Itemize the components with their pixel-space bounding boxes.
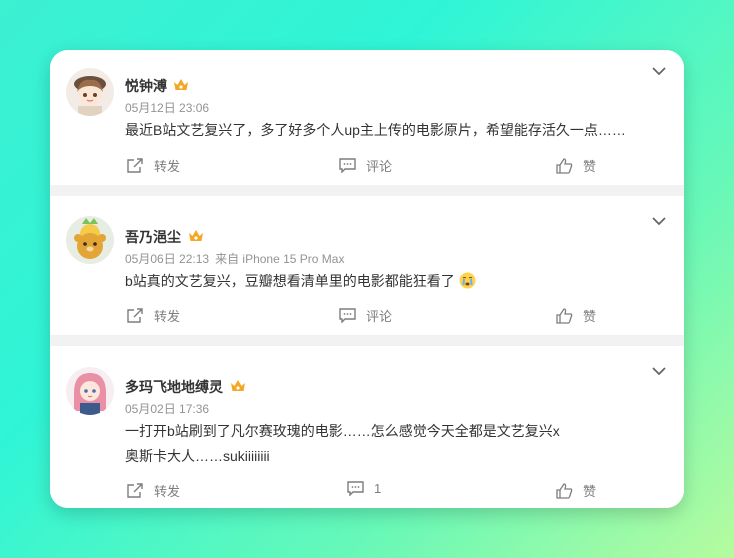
post-meta: 05月02日 17:36 bbox=[125, 400, 215, 417]
repost-button[interactable]: 转发 bbox=[126, 156, 180, 175]
username[interactable]: 多玛飞地地缚灵 bbox=[125, 377, 223, 397]
like-icon bbox=[556, 307, 573, 324]
repost-icon bbox=[127, 482, 143, 498]
like-button[interactable]: 赞 bbox=[556, 306, 596, 325]
repost-icon bbox=[127, 157, 143, 173]
repost-label: 转发 bbox=[154, 484, 181, 499]
crying-face-emoji bbox=[459, 272, 476, 289]
like-label: 赞 bbox=[583, 309, 597, 324]
comment-post: 多玛飞地地缚灵 05月02日 17:36 一打开b站刷到了凡尔赛玫瑰的电影……怎… bbox=[50, 346, 684, 508]
chevron-down-icon[interactable] bbox=[652, 216, 666, 226]
like-button[interactable]: 赞 bbox=[556, 156, 596, 175]
username[interactable]: 悦钟溥 bbox=[125, 76, 167, 96]
comment-label: 评论 bbox=[366, 309, 393, 324]
vip-crown-icon bbox=[174, 79, 188, 90]
post-text-line: 一打开b站刷到了凡尔赛玫瑰的电影……怎么感觉今天全都是文艺复兴x bbox=[125, 423, 560, 439]
repost-button[interactable]: 转发 bbox=[126, 306, 180, 325]
comment-button[interactable]: 1 bbox=[347, 481, 381, 496]
comment-button[interactable]: 评论 bbox=[339, 306, 392, 325]
like-label: 赞 bbox=[583, 159, 597, 174]
chevron-down-icon[interactable] bbox=[652, 366, 666, 376]
username[interactable]: 吾乃浥尘 bbox=[125, 227, 181, 247]
comment-label: 评论 bbox=[366, 159, 393, 174]
repost-label: 转发 bbox=[154, 309, 181, 324]
comment-icon bbox=[339, 158, 356, 173]
comment-count: 1 bbox=[374, 481, 382, 496]
chevron-down-icon[interactable] bbox=[652, 66, 666, 76]
avatar[interactable] bbox=[66, 68, 114, 116]
like-icon bbox=[556, 157, 573, 174]
post-time: 05月12日 23:06 bbox=[125, 101, 210, 115]
repost-label: 转发 bbox=[154, 159, 181, 174]
comment-icon bbox=[339, 308, 356, 323]
post-text: 最近B站文艺复兴了，多了好多个人up主上传的电影原片，希望能存活久一点…… bbox=[125, 122, 626, 138]
post-meta: 05月06日 22:13 来自 iPhone 15 Pro Max bbox=[125, 250, 350, 267]
like-icon bbox=[556, 482, 573, 499]
post-time: 05月06日 22:13 bbox=[125, 252, 210, 266]
avatar[interactable] bbox=[66, 367, 114, 415]
post-text-content: b站真的文艺复兴，豆瓣想看清单里的电影都能狂看了 bbox=[125, 273, 455, 289]
repost-button[interactable]: 转发 bbox=[126, 481, 180, 500]
comment-feed-card: 悦钟溥 05月12日 23:06 最近B站文艺复兴了，多了好多个人up主上传的电… bbox=[50, 50, 684, 508]
comment-button[interactable]: 评论 bbox=[339, 156, 392, 175]
comment-icon bbox=[347, 481, 364, 496]
divider bbox=[50, 185, 684, 196]
divider bbox=[50, 335, 684, 346]
vip-crown-icon bbox=[189, 230, 203, 241]
post-source: 来自 iPhone 15 Pro Max bbox=[215, 252, 345, 266]
like-button[interactable]: 赞 bbox=[556, 481, 596, 500]
avatar[interactable] bbox=[66, 216, 114, 264]
like-label: 赞 bbox=[583, 484, 597, 499]
comment-post: 悦钟溥 05月12日 23:06 最近B站文艺复兴了，多了好多个人up主上传的电… bbox=[50, 50, 684, 185]
repost-icon bbox=[127, 307, 143, 323]
post-text-line: 奥斯卡大人……sukiiiiiiii bbox=[125, 448, 270, 464]
post-meta: 05月12日 23:06 bbox=[125, 99, 215, 116]
post-time: 05月02日 17:36 bbox=[125, 402, 210, 416]
post-text: b站真的文艺复兴，豆瓣想看清单里的电影都能狂看了 bbox=[125, 271, 476, 291]
comment-post: 吾乃浥尘 05月06日 22:13 来自 iPhone 15 Pro Max b站… bbox=[50, 196, 684, 335]
vip-crown-icon bbox=[231, 380, 245, 391]
